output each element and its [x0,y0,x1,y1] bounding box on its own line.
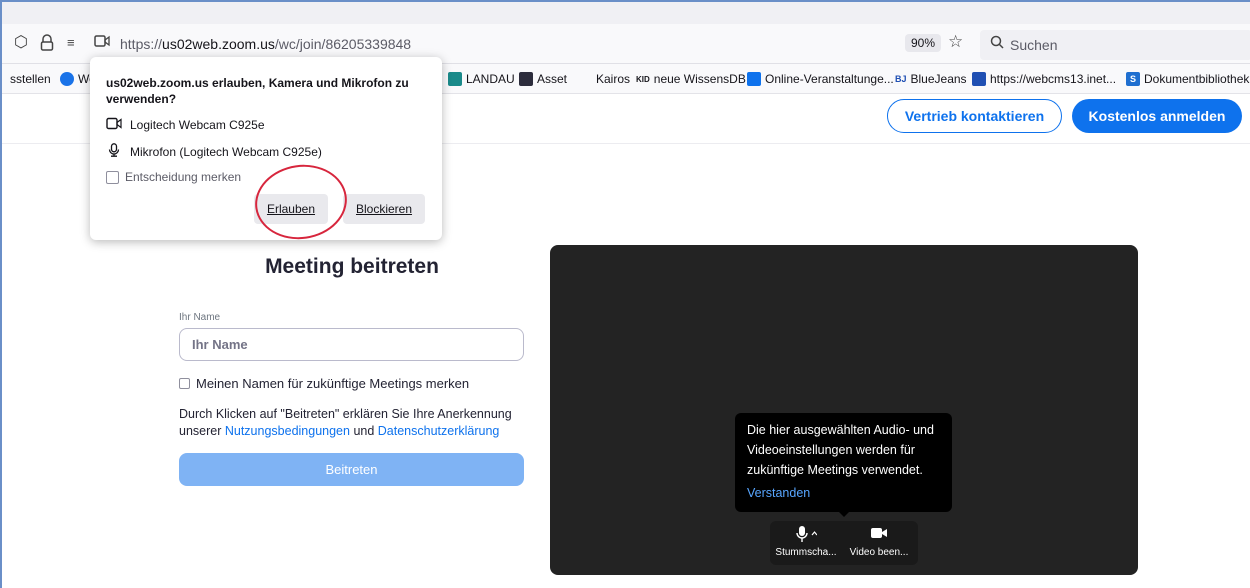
microphone-icon [774,525,838,547]
kid-icon: KID [636,74,650,84]
permission-question: us02web.zoom.us erlauben, Kamera und Mik… [106,76,409,106]
remember-name-option[interactable]: Meinen Namen für zukünftige Meetings mer… [179,376,469,391]
star-icon[interactable]: ☆ [948,32,963,52]
remember-decision-option[interactable]: Entscheidung merken [106,170,241,184]
camera-device-name: Logitech Webcam C925e [130,118,265,132]
camera-device-row: Logitech Webcam C925e [106,117,265,133]
remember-name-label: Meinen Namen für zukünftige Meetings mer… [196,376,470,391]
lock-icon[interactable] [40,34,54,57]
zoom-level[interactable]: 90% [905,34,942,52]
landau-icon [448,72,462,86]
mute-label: Stummscha... [775,547,837,558]
tooltip-text: Die hier ausgewählten Audio- und Videoei… [747,423,934,477]
page-title: Meeting beitreten [265,255,439,278]
bookmark-item[interactable]: S Dokumentbibliothek - [1126,72,1250,86]
privacy-link[interactable]: Datenschutzerklärung [378,424,500,438]
search-icon [990,35,1004,52]
folder-icon [972,72,986,86]
bookmark-label: BlueJeans [910,72,967,86]
terms-link[interactable]: Nutzungsbedingungen [225,424,350,438]
bookmark-label: Kairos [596,72,631,86]
bookmark-item[interactable]: BJ BlueJeans [895,72,967,86]
bookmark-label: Online-Veranstaltunge... [765,72,894,86]
bookmark-item[interactable]: Asset [519,72,567,86]
bookmark-item[interactable]: https://webcms13.inet... [972,72,1116,86]
video-camera-icon [846,525,912,547]
title-strip [2,2,1250,24]
remember-decision-label: Entscheidung merken [125,170,242,184]
tooltip-dismiss-link[interactable]: Verstanden [747,483,952,503]
bookmark-label: sstellen [10,72,51,86]
search-placeholder: Suchen [1010,37,1058,53]
preview-controls: Stummscha... Video been... [770,521,918,565]
bookmark-item[interactable]: Online-Veranstaltunge... [747,72,894,86]
url-path: /wc/join/86205339848 [274,36,412,52]
settings-tooltip: Die hier ausgewählten Audio- und Videoei… [735,413,952,512]
folder-icon [747,72,761,86]
bluejeans-icon: BJ [895,74,907,84]
microphone-device-row: Mikrofon (Logitech Webcam C925e) [106,143,322,160]
url-host: us02web.zoom.us [162,36,275,52]
contact-sales-button[interactable]: Vertrieb kontaktieren [887,99,1062,133]
browser-window: ⬡ ≡ https://us02web.zoom.us/wc/join/8620… [0,0,1250,588]
bookmark-label: Asset [537,72,568,86]
bookmark-label: neue WissensDB [653,72,746,86]
bookmark-item[interactable]: KID neue WissensDB [636,72,746,86]
terms-mid: und [349,424,378,438]
terms-text: Durch Klicken auf "Beitreten" erklären S… [179,406,539,440]
bookmark-label: LANDAU [466,72,515,86]
url-prefix: https:// [120,36,163,52]
microphone-icon [106,143,122,160]
search-box[interactable]: Suchen [980,30,1250,60]
edge-icon [60,72,74,86]
remember-decision-checkbox[interactable] [106,170,119,184]
sharepoint-icon: S [1126,72,1140,86]
name-input[interactable]: Ihr Name [179,328,524,361]
bookmark-label: https://webcms13.inet... [990,72,1117,86]
join-button[interactable]: Beitreten [179,453,524,486]
microphone-device-name: Mikrofon (Logitech Webcam C925e) [130,144,322,159]
camera-icon[interactable] [94,34,110,53]
remember-name-checkbox[interactable] [179,378,190,389]
permissions-icon[interactable]: ≡ [67,34,75,52]
bookmark-item[interactable]: sstellen [10,72,51,86]
stop-video-button[interactable]: Video been... [846,525,912,558]
bookmark-item[interactable]: LANDAU [448,72,515,86]
block-button[interactable]: Blockieren [343,194,425,224]
url-text[interactable]: https://us02web.zoom.us/wc/join/86205339… [120,36,411,52]
signup-button[interactable]: Kostenlos anmelden [1072,99,1242,133]
shield-icon[interactable]: ⬡ [14,34,28,52]
asset-icon [519,72,533,86]
name-label: Ihr Name [179,312,221,323]
mute-button[interactable]: Stummscha... [774,525,838,558]
camera-icon [106,117,122,133]
bookmark-item[interactable]: Kairos [596,72,630,86]
tooltip-arrow [838,511,850,517]
bookmark-label: Dokumentbibliothek - [1144,72,1250,86]
stop-video-label: Video been... [849,547,909,558]
